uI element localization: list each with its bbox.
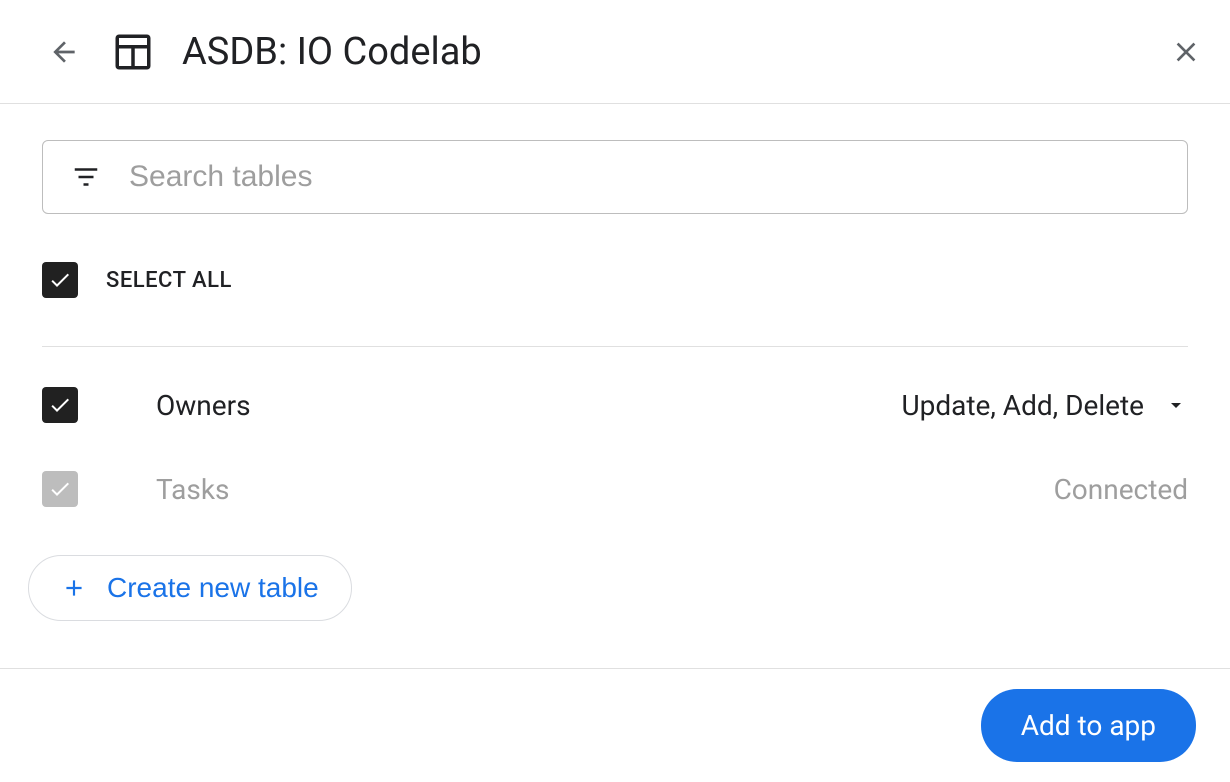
select-all-label: SELECT ALL: [106, 268, 232, 293]
table-checkbox-owners[interactable]: [42, 387, 78, 423]
search-input[interactable]: [129, 160, 1159, 194]
close-icon[interactable]: [1170, 36, 1202, 68]
select-all-checkbox[interactable]: [42, 262, 78, 298]
create-new-table-button[interactable]: Create new table: [28, 555, 352, 621]
table-list: Owners Update, Add, Delete Tasks Connect…: [42, 347, 1188, 621]
dialog-footer: Add to app: [0, 668, 1230, 782]
add-to-app-button[interactable]: Add to app: [981, 689, 1196, 762]
dialog-header: ASDB: IO Codelab: [0, 0, 1230, 104]
plus-icon: [61, 575, 87, 601]
table-row: Owners Update, Add, Delete: [42, 387, 1188, 423]
table-name-label: Owners: [156, 389, 901, 422]
table-permissions-label: Update, Add, Delete: [901, 389, 1144, 422]
search-box: [42, 140, 1188, 214]
table-checkbox-tasks: [42, 471, 78, 507]
select-all-row: SELECT ALL: [42, 262, 1188, 347]
table-row: Tasks Connected: [42, 471, 1188, 507]
table-name-label: Tasks: [156, 473, 1054, 506]
filter-icon: [71, 162, 101, 192]
permissions-dropdown-icon[interactable]: [1164, 393, 1188, 417]
dialog-title: ASDB: IO Codelab: [182, 30, 1170, 74]
table-icon: [112, 31, 154, 73]
table-status-label: Connected: [1054, 473, 1188, 506]
dialog-content: SELECT ALL Owners Update, Add, Delete: [0, 104, 1230, 621]
back-arrow-icon[interactable]: [48, 36, 80, 68]
create-table-label: Create new table: [107, 572, 319, 604]
